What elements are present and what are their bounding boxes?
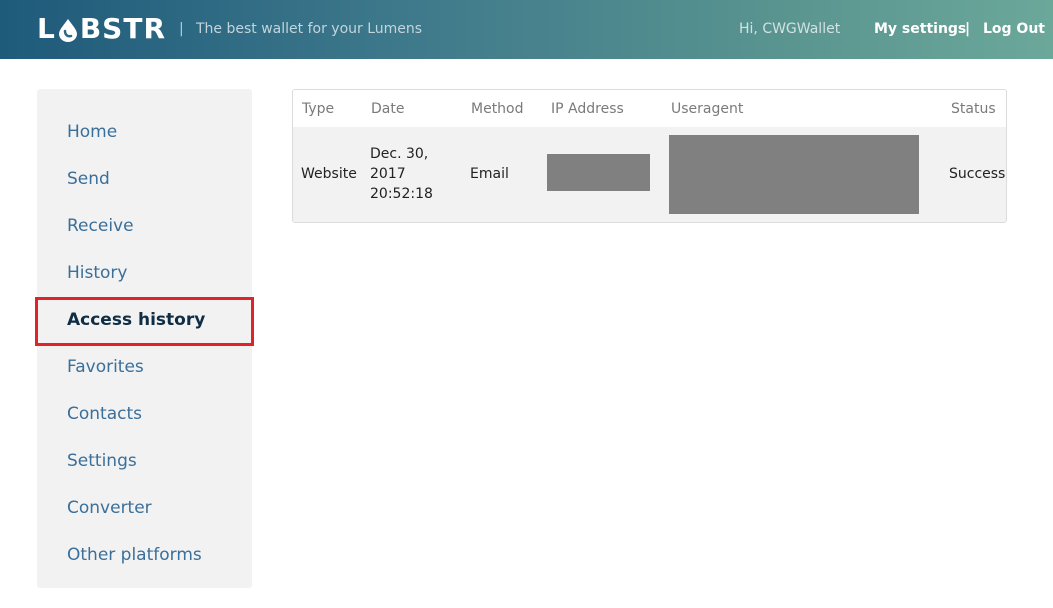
access-history-table: Type Date Method IP Address Useragent St… [292, 89, 1007, 223]
table-row: Website Dec. 30, 2017 20:52:18 Email Suc… [293, 127, 1006, 222]
lobstr-logo[interactable]: L BSTR [37, 13, 166, 45]
column-header-date: Date [371, 101, 405, 117]
cell-date-line3: 20:52:18 [370, 186, 433, 202]
column-header-method: Method [471, 101, 524, 117]
top-header: L BSTR | The best wallet for your Lumens… [0, 0, 1053, 59]
logo-drop-icon [57, 17, 79, 42]
cell-ip-address-redacted [547, 154, 650, 191]
column-header-status: Status [951, 101, 996, 117]
cell-method: Email [470, 166, 509, 182]
nav-separator: | [965, 21, 971, 37]
cell-date-line1: Dec. 30, [370, 146, 429, 162]
sidebar-item-send[interactable]: Send [67, 168, 110, 190]
sidebar-item-receive[interactable]: Receive [67, 215, 134, 237]
cell-useragent-redacted [669, 135, 919, 214]
cell-status: Success [949, 166, 1006, 182]
tagline-separator: | [179, 21, 184, 37]
column-header-useragent: Useragent [671, 101, 744, 117]
sidebar-item-other-platforms[interactable]: Other platforms [67, 544, 202, 566]
sidebar-item-settings[interactable]: Settings [67, 450, 137, 472]
sidebar-item-home[interactable]: Home [67, 121, 117, 143]
sidebar-item-favorites[interactable]: Favorites [67, 356, 144, 378]
cell-date-line2: 2017 [370, 166, 406, 182]
active-item-highlight [35, 297, 254, 346]
my-settings-link[interactable]: My settings [874, 20, 966, 38]
sidebar-item-converter[interactable]: Converter [67, 497, 152, 519]
tagline: The best wallet for your Lumens [196, 21, 423, 37]
logo-text-l: L [37, 12, 56, 45]
sidebar-item-contacts[interactable]: Contacts [67, 403, 142, 425]
logout-link[interactable]: Log Out [983, 20, 1045, 38]
column-header-type: Type [302, 101, 335, 117]
cell-type: Website [301, 166, 357, 182]
logo-text-bstr: BSTR [79, 12, 167, 45]
sidebar-item-history[interactable]: History [67, 262, 127, 284]
table-header: Type Date Method IP Address Useragent St… [293, 90, 1006, 127]
user-greeting: Hi, CWGWallet [739, 21, 841, 37]
column-header-ip-address: IP Address [551, 101, 624, 117]
